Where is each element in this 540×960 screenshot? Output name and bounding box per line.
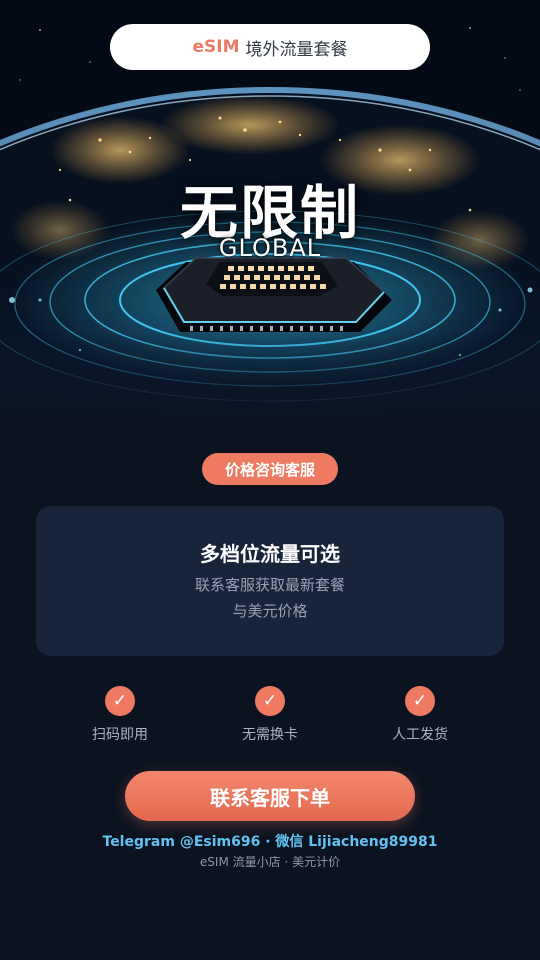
card-line-1: 联系客服获取最新套餐 bbox=[194, 576, 345, 594]
feature-label: 人工发货 bbox=[392, 727, 448, 743]
brand-label: eSIM bbox=[192, 37, 240, 57]
hero-fade bbox=[0, 330, 540, 430]
contact-order-button[interactable]: 联系客服下单 bbox=[125, 771, 415, 821]
feature-item: ✓ 人工发货 bbox=[360, 686, 480, 744]
hero-subtitle: GLOBAL bbox=[218, 234, 322, 262]
feature-label: 无需换卡 bbox=[242, 727, 298, 743]
header-title: 境外流量套餐 bbox=[245, 39, 348, 60]
check-icon: ✓ bbox=[255, 686, 285, 716]
price-inquiry-badge[interactable]: 价格咨询客服 bbox=[202, 453, 338, 485]
feature-item: ✓ 无需换卡 bbox=[210, 686, 330, 744]
check-icon: ✓ bbox=[405, 686, 435, 716]
card-title: 多档位流量可选 bbox=[200, 542, 340, 566]
contact-info[interactable]: Telegram @Esim696 · 微信 Lijiacheng89981 bbox=[0, 831, 540, 851]
feature-label: 扫码即用 bbox=[92, 727, 148, 743]
footer-note: eSIM 流量小店 · 美元计价 bbox=[199, 855, 341, 869]
card-line-2: 与美元价格 bbox=[232, 602, 308, 620]
feature-item: ✓ 扫码即用 bbox=[60, 686, 180, 744]
info-card: 多档位流量可选 联系客服获取最新套餐 与美元价格 bbox=[36, 506, 504, 656]
check-icon: ✓ bbox=[105, 686, 135, 716]
header-pill: eSIM 境外流量套餐 bbox=[110, 24, 430, 70]
